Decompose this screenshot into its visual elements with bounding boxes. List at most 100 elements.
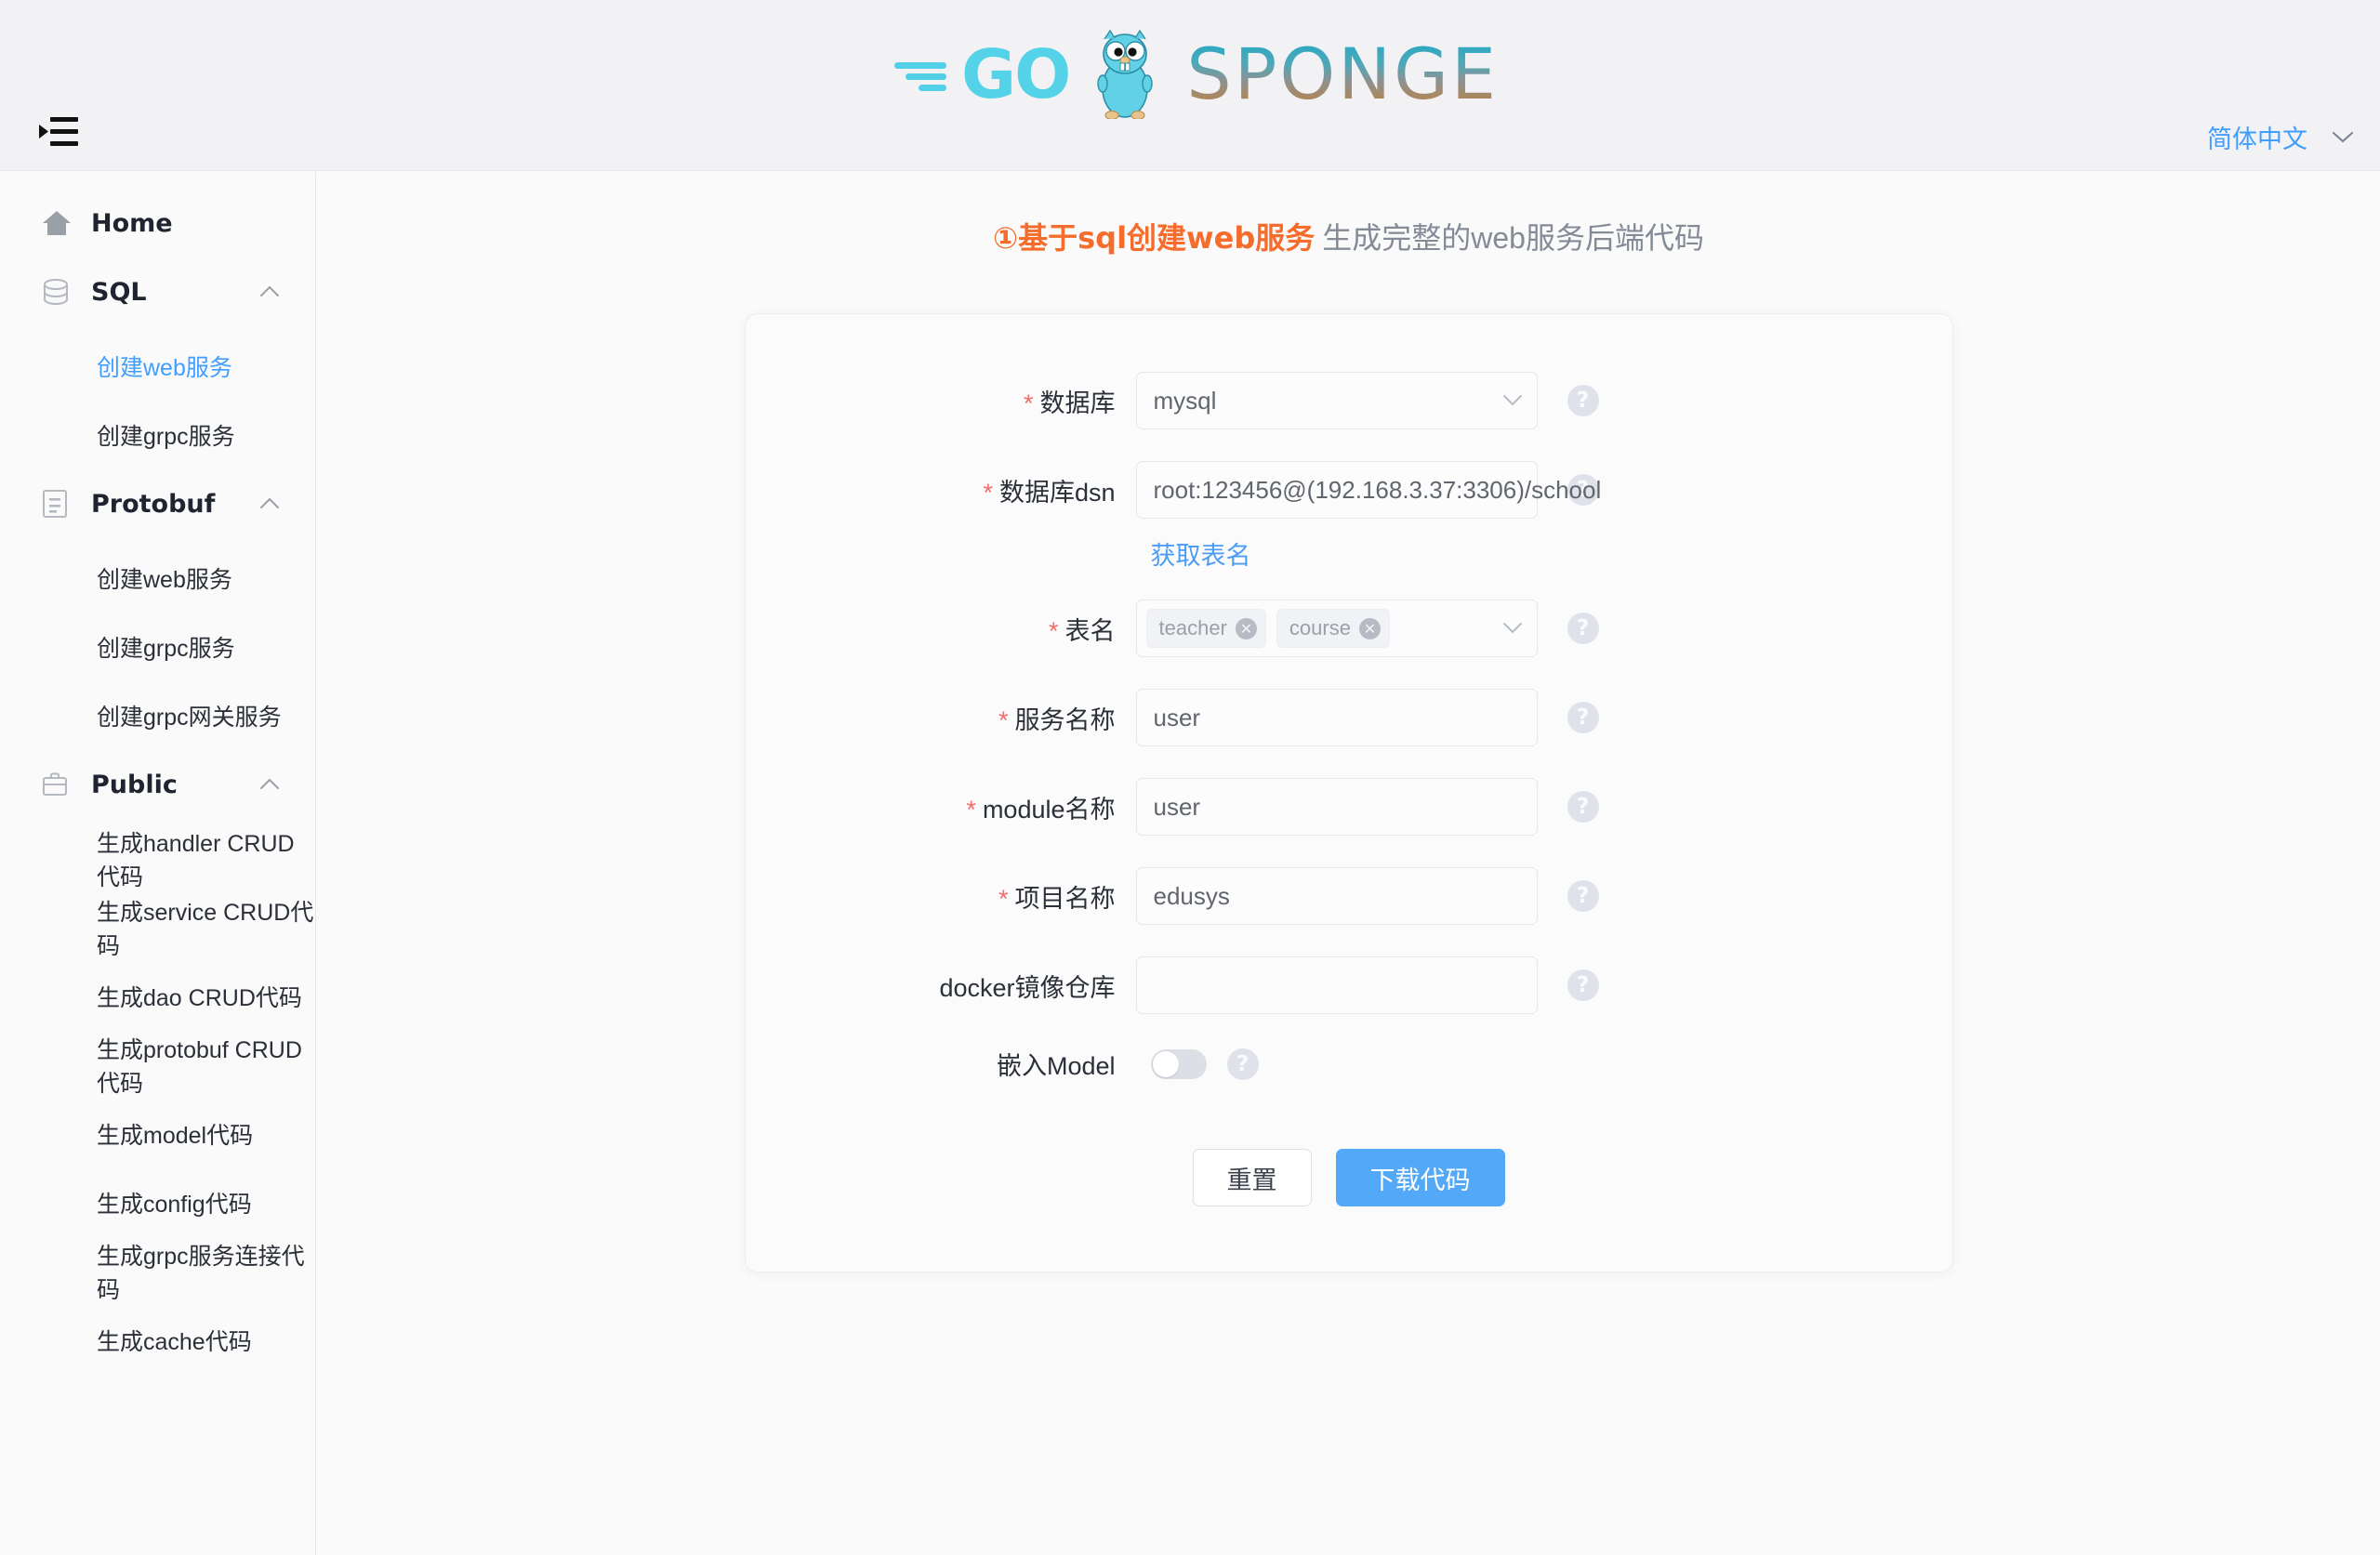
module-name-input[interactable]: user	[1135, 778, 1538, 837]
chevron-down-icon	[1502, 622, 1523, 634]
get-tables-link[interactable]: 获取表名	[1136, 535, 1251, 572]
embed-model-help-icon[interactable]: ?	[1226, 1048, 1259, 1080]
sidebar-group-sql-label: SQL	[91, 277, 147, 307]
menu-fold-icon[interactable]	[37, 113, 80, 151]
service-name-help-icon[interactable]: ?	[1567, 702, 1599, 734]
top-header: GO SPONGE 简体中文	[0, 0, 2380, 171]
briefcase-icon	[41, 771, 73, 798]
required-asterisk: *	[1023, 389, 1034, 417]
required-asterisk: *	[998, 884, 1009, 913]
sidebar-item-sql-create-grpc[interactable]: 创建grpc服务	[0, 401, 315, 469]
form-row-docker-repo: docker镜像仓库 ?	[746, 956, 1952, 1015]
dsn-input-value: root:123456@(192.168.3.37:3306)/school	[1153, 475, 1602, 504]
logo-go-text: GO	[961, 35, 1071, 113]
sidebar-item-public-handler-crud[interactable]: 生成handler CRUD代码	[0, 824, 315, 893]
download-code-button[interactable]: 下载代码	[1335, 1149, 1505, 1207]
get-tables-row: 获取表名	[746, 535, 1952, 572]
sidebar-item-protobuf-create-grpc-gateway[interactable]: 创建grpc网关服务	[0, 681, 315, 750]
close-icon[interactable]: ✕	[1235, 617, 1257, 639]
embed-model-toggle[interactable]	[1150, 1048, 1207, 1079]
sidebar-item-sql-create-web[interactable]: 创建web服务	[0, 332, 315, 401]
database-icon	[41, 277, 73, 307]
gopher-mascot-icon	[1091, 29, 1158, 121]
service-name-value: user	[1153, 703, 1201, 731]
page-title: ①基于sql创建web服务 生成完整的web服务后端代码	[317, 220, 2380, 256]
page-title-sub: 生成完整的web服务后端代码	[1322, 221, 1704, 255]
database-label: * 数据库	[1023, 389, 1116, 417]
sidebar-group-public-label: Public	[91, 770, 178, 799]
required-asterisk: *	[966, 795, 976, 824]
docker-repo-label: docker镜像仓库	[939, 973, 1116, 1002]
form-row-embed-model: 嵌入Model ?	[746, 1046, 1952, 1082]
logo-sponge-text: SPONGE	[1186, 33, 1499, 115]
embed-model-label: 嵌入Model	[996, 1052, 1116, 1081]
database-select-value: mysql	[1153, 386, 1217, 415]
toggle-knob	[1152, 1050, 1179, 1077]
required-asterisk: *	[983, 478, 993, 507]
sidebar-home-label: Home	[91, 208, 173, 238]
chevron-up-icon	[259, 497, 280, 514]
page-title-strong: ①基于sql创建web服务	[993, 220, 1316, 256]
app-logo: GO SPONGE	[881, 28, 1499, 121]
form-row-service-name: * 服务名称 user ?	[746, 689, 1952, 747]
chevron-up-icon	[259, 285, 280, 302]
tables-help-icon[interactable]: ?	[1567, 613, 1599, 645]
form-row-module-name: * module名称 user ?	[746, 778, 1952, 837]
sidebar-item-public-config[interactable]: 生成config代码	[0, 1168, 315, 1237]
table-tag[interactable]: course ✕	[1276, 609, 1390, 649]
table-tag-label: course	[1289, 616, 1351, 640]
sidebar-item-protobuf-create-grpc[interactable]: 创建grpc服务	[0, 613, 315, 681]
form-row-project-name: * 项目名称 edusys ?	[746, 867, 1952, 926]
language-label: 简体中文	[2207, 125, 2307, 153]
reset-button[interactable]: 重置	[1192, 1149, 1312, 1207]
form-row-tables: * 表名 teacher ✕ course ✕ ?	[746, 600, 1952, 658]
form-row-dsn: * 数据库dsn root:123456@(192.168.3.37:3306)/…	[746, 461, 1952, 520]
chevron-up-icon	[259, 778, 280, 795]
dsn-input[interactable]: root:123456@(192.168.3.37:3306)/school	[1135, 461, 1601, 520]
sidebar-group-protobuf[interactable]: Protobuf	[0, 469, 315, 538]
sidebar-item-public-grpc-conn[interactable]: 生成grpc服务连接代码	[0, 1237, 315, 1306]
language-selector[interactable]: 简体中文	[2207, 119, 2354, 155]
project-name-help-icon[interactable]: ?	[1567, 880, 1599, 913]
chevron-down-icon	[1502, 394, 1523, 406]
project-name-label: * 项目名称	[998, 884, 1116, 913]
project-name-input[interactable]: edusys	[1135, 867, 1538, 926]
service-name-input[interactable]: user	[1135, 689, 1538, 747]
sidebar-nav: Home SQL 创建web服务 创建grpc服务 Protobuf 创建web…	[0, 172, 316, 1555]
home-icon	[41, 209, 73, 237]
module-name-value: user	[1153, 792, 1201, 821]
tables-label: * 表名	[1048, 616, 1116, 645]
module-name-help-icon[interactable]: ?	[1567, 791, 1599, 824]
docker-repo-input[interactable]	[1135, 956, 1538, 1015]
sidebar-item-public-protobuf-crud[interactable]: 生成protobuf CRUD代码	[0, 1031, 315, 1100]
module-name-label: * module名称	[966, 795, 1116, 824]
required-asterisk: *	[998, 705, 1009, 734]
project-name-value: edusys	[1153, 881, 1230, 910]
speed-lines-icon	[881, 53, 947, 96]
sidebar-group-protobuf-label: Protobuf	[91, 489, 216, 519]
sidebar-item-public-service-crud[interactable]: 生成service CRUD代码	[0, 893, 315, 962]
docker-repo-help-icon[interactable]: ?	[1567, 969, 1599, 1002]
service-name-label: * 服务名称	[998, 705, 1116, 734]
table-tag[interactable]: teacher ✕	[1145, 609, 1266, 649]
table-tag-label: teacher	[1158, 616, 1227, 640]
sidebar-item-public-model[interactable]: 生成model代码	[0, 1100, 315, 1168]
tables-multiselect[interactable]: teacher ✕ course ✕	[1135, 600, 1538, 658]
form-row-database: * 数据库 mysql ?	[746, 372, 1952, 430]
database-help-icon[interactable]: ?	[1567, 385, 1599, 417]
form-actions: 重置 下载代码	[746, 1149, 1952, 1207]
main-content: ①基于sql创建web服务 生成完整的web服务后端代码 * 数据库 mysql ?…	[317, 172, 2380, 1555]
dsn-label: * 数据库dsn	[983, 478, 1116, 507]
generate-web-service-form: * 数据库 mysql ? * 数据库dsn root:123456@(192.16…	[744, 313, 1953, 1273]
sidebar-item-protobuf-create-web[interactable]: 创建web服务	[0, 544, 315, 613]
sidebar-group-public[interactable]: Public	[0, 750, 315, 819]
sidebar-group-sql[interactable]: SQL	[0, 257, 315, 326]
chevron-down-icon	[2332, 131, 2354, 144]
database-select[interactable]: mysql	[1135, 372, 1538, 430]
required-asterisk: *	[1048, 616, 1059, 645]
close-icon[interactable]: ✕	[1358, 617, 1381, 639]
sidebar-item-home[interactable]: Home	[0, 189, 315, 257]
document-icon	[41, 489, 73, 519]
sidebar-item-public-dao-crud[interactable]: 生成dao CRUD代码	[0, 962, 315, 1031]
sidebar-item-public-cache[interactable]: 生成cache代码	[0, 1306, 315, 1375]
